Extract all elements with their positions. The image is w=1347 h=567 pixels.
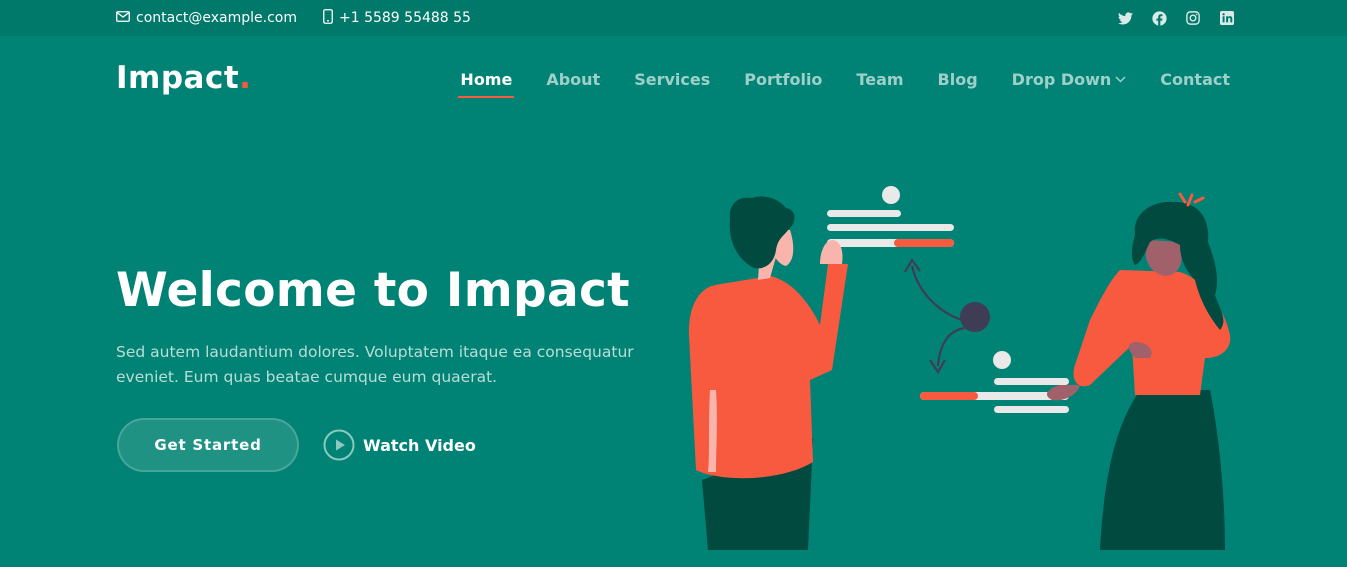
envelope-icon — [116, 10, 130, 26]
linkedin-icon[interactable] — [1219, 10, 1235, 26]
woman-figure — [1046, 192, 1231, 550]
phone-item[interactable]: +1 5589 55488 55 — [323, 8, 471, 28]
nav-dropdown[interactable]: Drop Down — [1012, 70, 1127, 89]
twitter-icon[interactable] — [1117, 10, 1133, 26]
phone-icon — [323, 8, 333, 28]
man-figure — [688, 196, 848, 550]
nav-services[interactable]: Services — [634, 70, 710, 89]
watch-video-label: Watch Video — [363, 435, 476, 455]
social-links — [1099, 0, 1235, 36]
top-bar: contact@example.com +1 5589 55488 55 — [0, 0, 1347, 36]
hero-title: Welcome to Impact — [116, 263, 630, 318]
email-text: contact@example.com — [136, 10, 297, 26]
instagram-icon[interactable] — [1185, 10, 1201, 26]
hero-illustration — [688, 186, 1231, 550]
get-started-button[interactable]: Get Started — [117, 418, 299, 472]
phone-text: +1 5589 55488 55 — [339, 10, 471, 26]
hero-text: Sed autem laudantium dolores. Voluptatem… — [116, 343, 634, 386]
sync-arrows — [904, 257, 990, 375]
main-header: Impact. Home About Services Portfolio Te… — [0, 36, 1347, 126]
nav-about[interactable]: About — [546, 70, 600, 89]
nav-contact[interactable]: Contact — [1160, 70, 1230, 89]
logo-dot: . — [239, 60, 252, 96]
site-logo[interactable]: Impact. — [116, 60, 251, 96]
email-item[interactable]: contact@example.com — [116, 10, 297, 26]
nav-home[interactable]: Home — [458, 70, 515, 98]
facebook-icon[interactable] — [1151, 10, 1167, 26]
logo-text: Impact — [116, 60, 240, 96]
nav-blog[interactable]: Blog — [938, 70, 978, 89]
nav-portfolio[interactable]: Portfolio — [744, 70, 822, 89]
main-nav: Home About Services Portfolio Team Blog … — [426, 70, 1230, 98]
nav-dropdown-label: Drop Down — [1011, 70, 1112, 89]
contact-info: contact@example.com +1 5589 55488 55 — [116, 0, 497, 36]
nav-team[interactable]: Team — [856, 70, 903, 89]
chevron-down-icon — [1115, 76, 1126, 83]
play-circle-icon — [323, 429, 355, 461]
watch-video-button[interactable]: Watch Video — [323, 428, 476, 462]
chart-card-bottom — [920, 351, 1069, 413]
chart-card-top — [827, 186, 954, 247]
